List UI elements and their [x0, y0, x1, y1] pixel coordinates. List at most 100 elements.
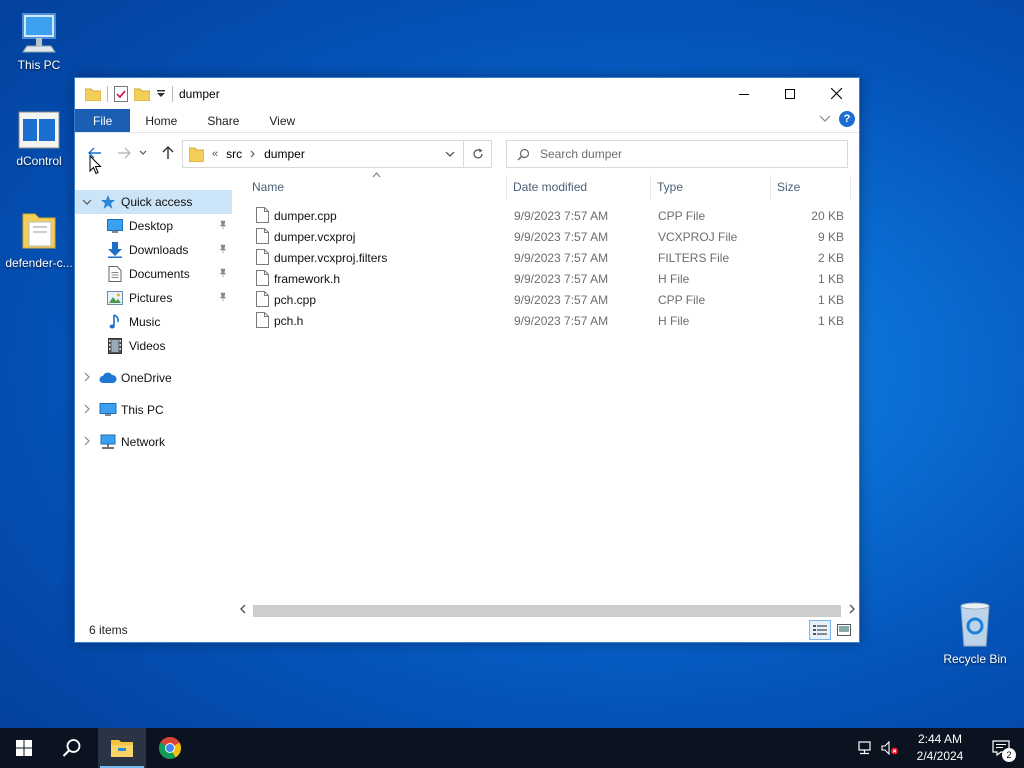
table-row[interactable]: dumper.vcxproj 9/9/2023 7:57 AM VCXPROJ … — [243, 226, 853, 247]
minimize-button[interactable] — [721, 78, 767, 109]
column-divider[interactable] — [770, 175, 771, 199]
scroll-left-icon[interactable] — [240, 604, 246, 617]
chrome-icon — [159, 737, 181, 759]
arrow-up-icon — [162, 146, 174, 159]
arrow-right-icon — [118, 147, 131, 159]
properties-icon[interactable] — [114, 85, 128, 102]
desktop-icon-dcontrol[interactable]: dControl — [1, 110, 77, 168]
scroll-right-icon[interactable] — [849, 604, 855, 617]
chevron-right-icon[interactable] — [82, 404, 92, 417]
sidebar-item-music[interactable]: Music — [75, 310, 232, 334]
up-button[interactable] — [157, 142, 179, 164]
large-icons-view-icon — [837, 624, 851, 636]
file-date: 9/9/2023 7:57 AM — [514, 272, 609, 286]
start-button[interactable] — [0, 728, 48, 768]
tab-file[interactable]: File — [75, 109, 131, 132]
desktop-icon-recycle-bin[interactable]: Recycle Bin — [937, 600, 1013, 666]
folder-icon — [22, 213, 56, 249]
table-row[interactable]: framework.h 9/9/2023 7:57 AM H File 1 KB — [243, 268, 853, 289]
large-icons-view-button[interactable] — [833, 620, 855, 640]
search-icon — [62, 739, 81, 757]
column-header-date-modified[interactable]: Date modified — [513, 180, 587, 194]
new-folder-icon[interactable] — [134, 87, 150, 101]
maximize-button[interactable] — [767, 78, 813, 109]
window-controls — [721, 78, 859, 109]
breadcrumb-item-src[interactable]: src — [226, 147, 242, 161]
clock[interactable]: 2:44 AM 2/4/2024 — [902, 731, 978, 765]
column-divider[interactable] — [850, 175, 851, 199]
file-date: 9/9/2023 7:57 AM — [514, 293, 609, 307]
column-divider[interactable] — [650, 175, 651, 199]
chevron-right-icon[interactable] — [250, 150, 256, 158]
expand-ribbon-icon[interactable] — [819, 115, 831, 123]
file-icon — [256, 207, 269, 223]
desktop-icon-defender-control[interactable]: defender-c... — [1, 208, 77, 270]
column-header-type[interactable]: Type — [657, 180, 683, 194]
sidebar-item-videos[interactable]: Videos — [75, 334, 232, 358]
pin-icon — [218, 220, 228, 233]
search-box[interactable] — [506, 140, 848, 168]
help-button[interactable]: ? — [839, 111, 855, 127]
table-row[interactable]: dumper.cpp 9/9/2023 7:57 AM CPP File 20 … — [243, 205, 853, 226]
column-header-name[interactable]: Name — [252, 180, 284, 194]
tab-view[interactable]: View — [254, 109, 310, 132]
breadcrumb-overflow[interactable]: « — [212, 148, 218, 160]
sidebar-item-label: OneDrive — [121, 371, 172, 385]
windows-logo-icon — [16, 740, 32, 756]
refresh-icon — [472, 148, 483, 159]
tab-share[interactable]: Share — [192, 109, 254, 132]
star-icon — [99, 194, 117, 210]
table-row[interactable]: dumper.vcxproj.filters 9/9/2023 7:57 AM … — [243, 247, 853, 268]
column-header-size[interactable]: Size — [777, 180, 800, 194]
clock-time: 2:44 AM — [917, 732, 963, 746]
sidebar-item-this-pc[interactable]: This PC — [75, 398, 232, 422]
recent-locations-button[interactable] — [137, 142, 149, 164]
scrollbar-thumb[interactable] — [253, 605, 841, 617]
chevron-right-icon[interactable] — [82, 436, 92, 449]
tab-home[interactable]: Home — [130, 109, 192, 132]
action-center-button[interactable]: 2 — [978, 728, 1024, 768]
close-button[interactable] — [813, 78, 859, 109]
table-row[interactable]: pch.h 9/9/2023 7:57 AM H File 1 KB — [243, 310, 853, 331]
speaker-muted-icon — [881, 741, 898, 755]
chevron-down-icon[interactable] — [156, 89, 166, 99]
sidebar-item-documents[interactable]: Documents — [75, 262, 232, 286]
sidebar-item-quick-access[interactable]: Quick access — [75, 190, 232, 214]
desktop-icon-label: dControl — [16, 154, 62, 168]
file-name: pch.h — [274, 314, 304, 328]
network-status-button[interactable] — [854, 728, 878, 768]
chevron-down-icon — [139, 150, 147, 155]
taskbar: 2:44 AM 2/4/2024 2 — [0, 728, 1024, 768]
column-divider[interactable] — [506, 175, 507, 199]
file-date: 9/9/2023 7:57 AM — [514, 314, 609, 328]
forward-button[interactable] — [113, 142, 135, 164]
sidebar-item-pictures[interactable]: Pictures — [75, 286, 232, 310]
volume-button[interactable] — [878, 728, 902, 768]
sidebar-item-onedrive[interactable]: OneDrive — [75, 366, 232, 390]
details-view-button[interactable] — [809, 620, 831, 640]
sidebar-item-label: Desktop — [129, 219, 174, 233]
pin-icon — [218, 292, 228, 305]
view-toggle — [809, 620, 855, 640]
desktop-icon-this-pc[interactable]: This PC — [1, 10, 77, 72]
sidebar-item-desktop[interactable]: Desktop — [75, 214, 232, 238]
address-dropdown-button[interactable] — [437, 141, 463, 167]
breadcrumb-item-dumper[interactable]: dumper — [264, 147, 305, 161]
table-row[interactable]: pch.cpp 9/9/2023 7:57 AM CPP File 1 KB — [243, 289, 853, 310]
taskbar-chrome[interactable] — [146, 728, 194, 768]
sidebar-item-network[interactable]: Network — [75, 430, 232, 454]
sidebar-item-label: Quick access — [121, 195, 193, 209]
search-input[interactable] — [540, 147, 820, 161]
search-button[interactable] — [48, 728, 96, 768]
sidebar-item-label: Network — [121, 435, 166, 449]
refresh-button[interactable] — [464, 140, 492, 168]
ribbon-right-controls: ? — [819, 111, 855, 127]
chevron-right-icon[interactable] — [82, 372, 92, 385]
taskbar-file-explorer[interactable] — [98, 728, 146, 768]
file-type: VCXPROJ File — [658, 230, 738, 244]
file-name: dumper.cpp — [274, 209, 337, 223]
address-bar[interactable]: « src dumper — [182, 140, 464, 168]
maximize-icon — [785, 88, 795, 99]
chevron-down-icon[interactable] — [82, 197, 92, 208]
sidebar-item-downloads[interactable]: Downloads — [75, 238, 232, 262]
